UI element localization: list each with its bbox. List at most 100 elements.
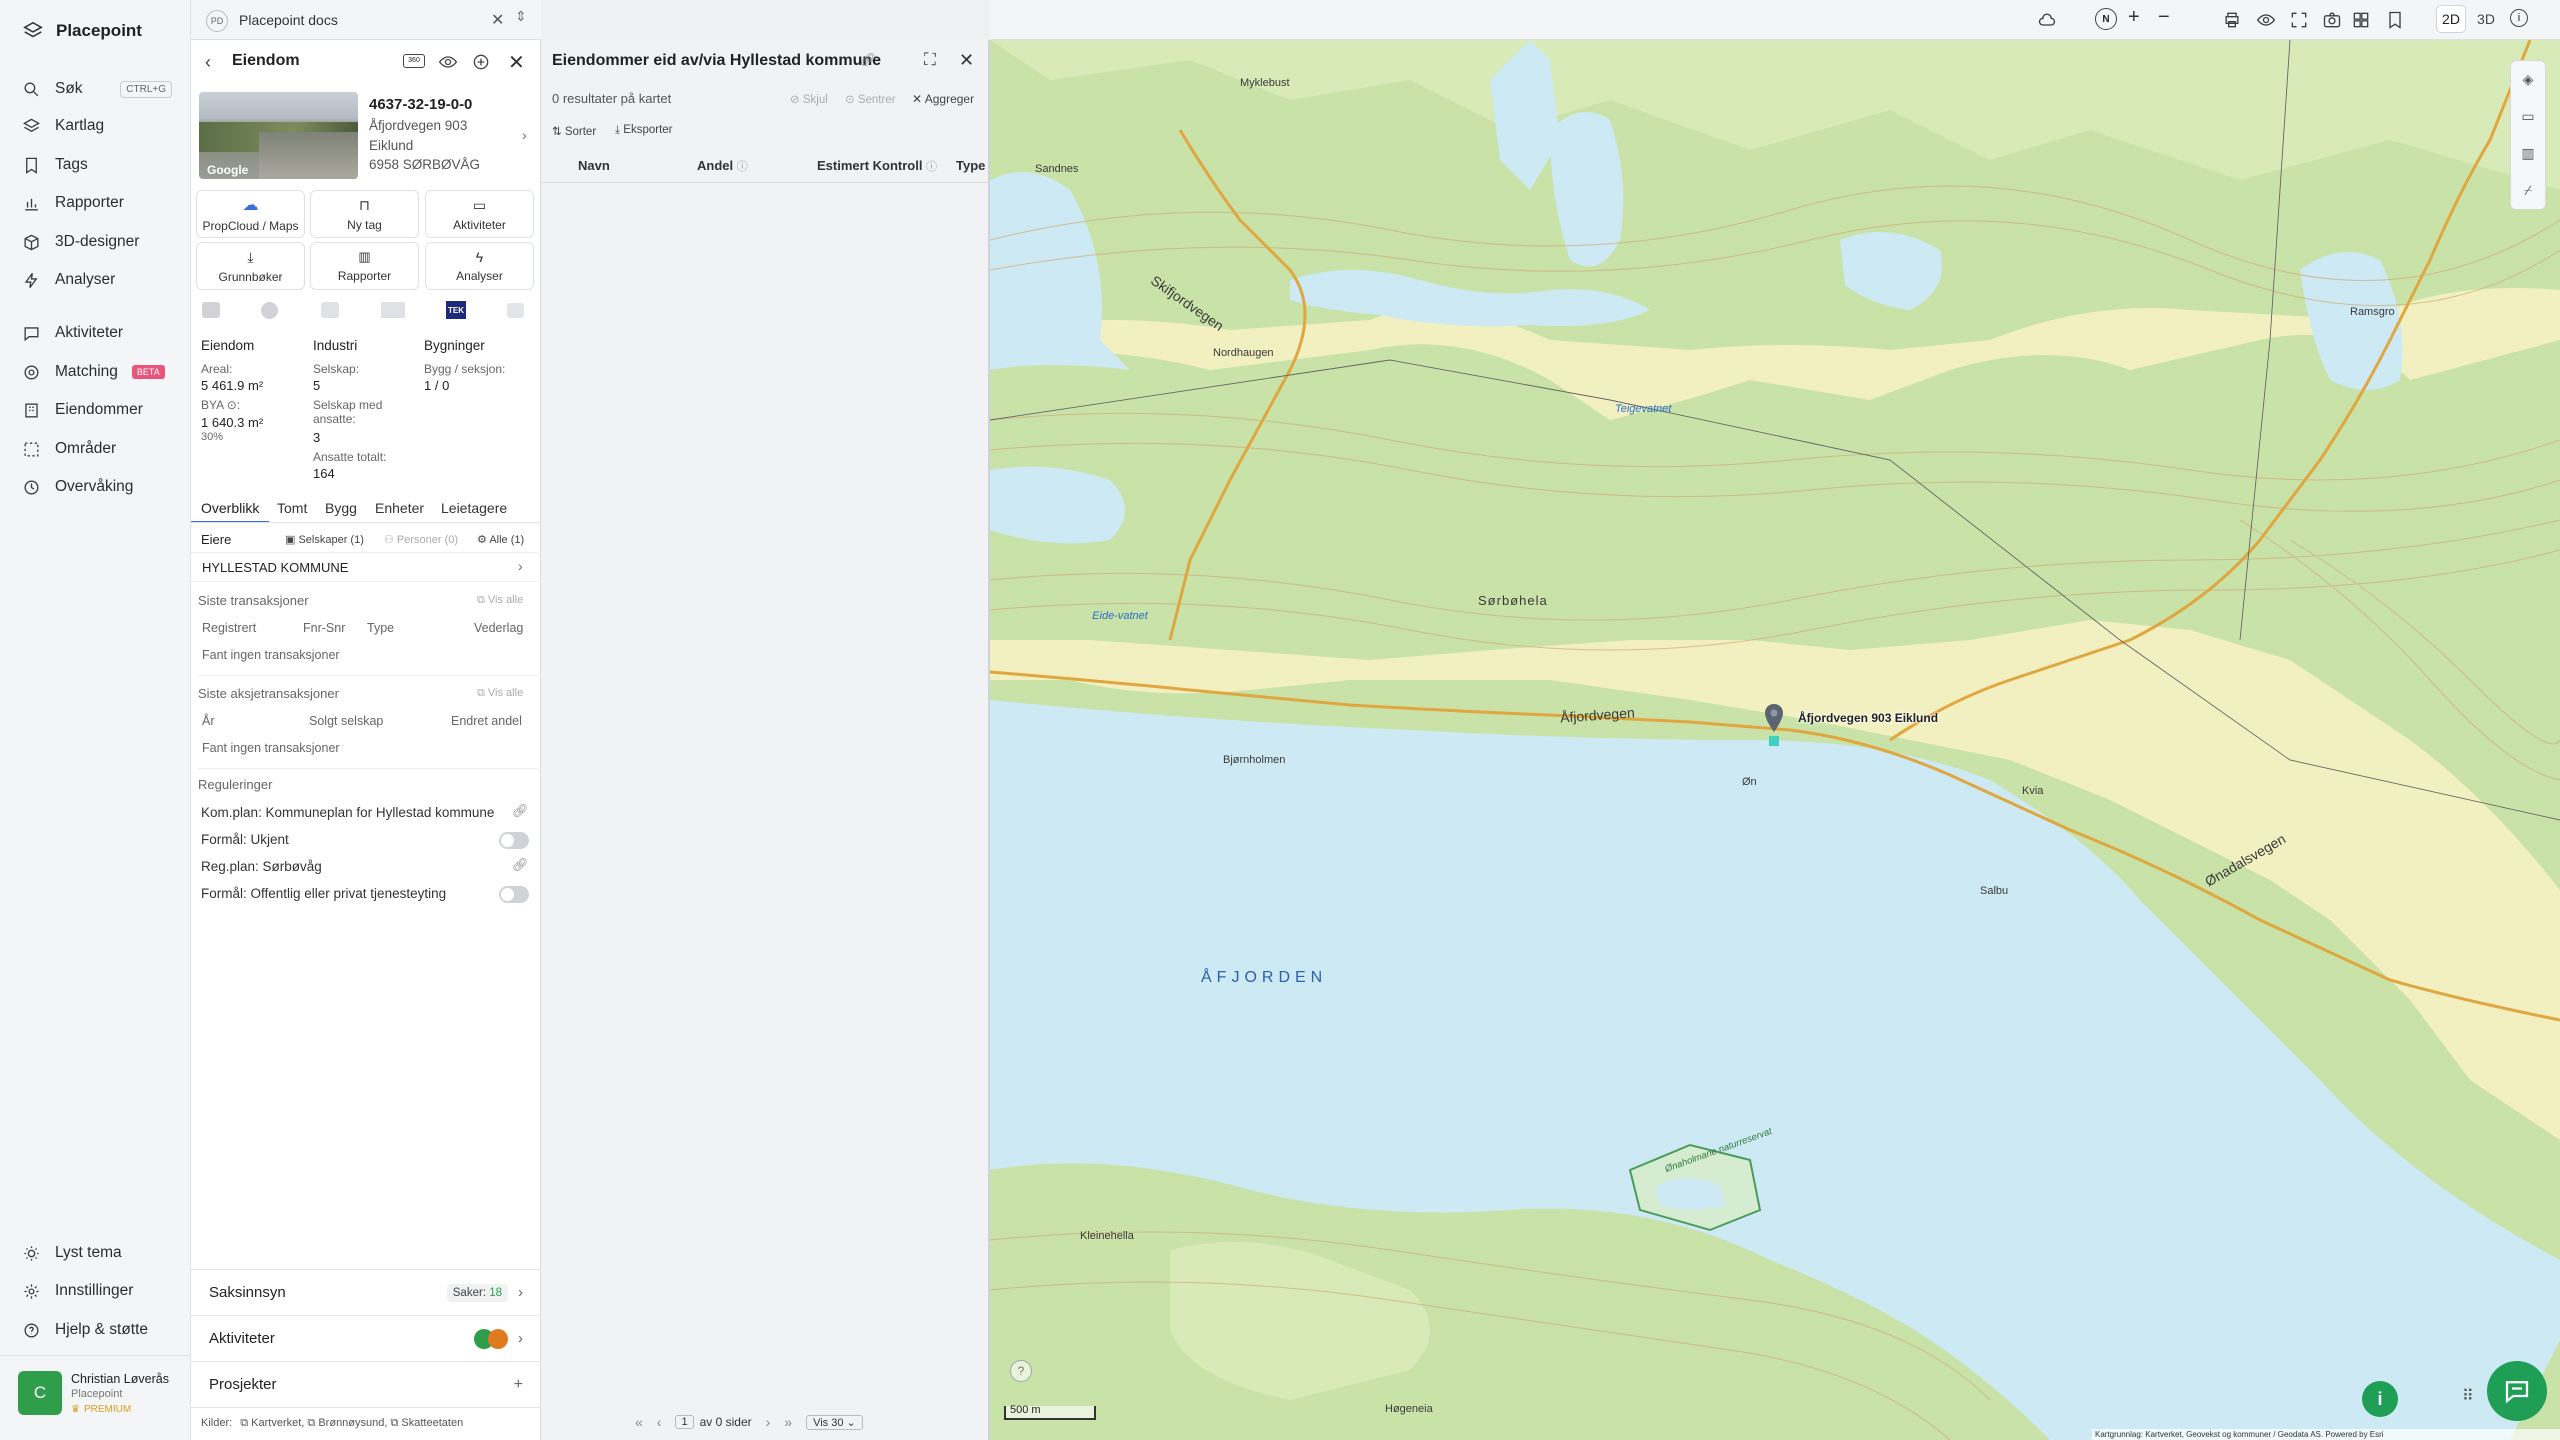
close-icon[interactable]: ✕: [508, 50, 525, 75]
close-icon[interactable]: ✕: [959, 50, 974, 71]
view-all-transactions[interactable]: ⧉ Vis alle: [477, 594, 523, 607]
mode-3d-button[interactable]: 3D: [2471, 5, 2501, 33]
nav-monitoring[interactable]: Overvåking: [22, 470, 133, 504]
nav-map-layers[interactable]: Kartlag: [22, 109, 104, 143]
source-bronnoysund[interactable]: ⧉ Brønnøysund,: [307, 1417, 387, 1429]
drag-handle-icon[interactable]: ⠿: [2462, 1386, 2474, 1406]
mode-2d-button[interactable]: 2D: [2436, 5, 2466, 33]
nav-help[interactable]: Hjelp & støtte: [22, 1313, 148, 1347]
nav-activities[interactable]: Aktiviteter: [22, 316, 123, 350]
chevron-updown-icon[interactable]: ⇕: [515, 8, 527, 25]
activities-button[interactable]: ▭ Aktiviteter: [425, 190, 534, 238]
buildings-icon[interactable]: [381, 302, 405, 318]
propcloud-button[interactable]: ☁ PropCloud / Maps: [196, 190, 305, 238]
tab-units[interactable]: Enheter: [375, 500, 424, 516]
nav-properties[interactable]: Eiendommer: [22, 393, 143, 427]
nav-theme[interactable]: Lyst tema: [22, 1236, 122, 1270]
tab-overview[interactable]: Overblikk: [201, 500, 259, 516]
next-page-icon[interactable]: ›: [766, 1414, 771, 1430]
center-button[interactable]: ⊙ Sentrer: [845, 92, 896, 106]
tab-tenants[interactable]: Leietagere: [441, 500, 507, 516]
projects-section[interactable]: Prosjekter +: [191, 1361, 541, 1407]
source-kartverket[interactable]: ⧉ Kartverket,: [240, 1417, 304, 1429]
page-size-select[interactable]: Vis 30 ⌄: [806, 1414, 863, 1430]
eye-icon[interactable]: [2256, 10, 2276, 30]
nav-tags[interactable]: Tags: [22, 148, 88, 182]
zoom-in-icon[interactable]: +: [2128, 6, 2140, 29]
aggregate-button[interactable]: ✕ Aggreger: [912, 92, 974, 106]
nav-search[interactable]: Søk CTRL+G: [22, 72, 172, 106]
register-icon[interactable]: [202, 302, 220, 318]
back-icon[interactable]: ‹: [205, 52, 211, 73]
fullscreen-icon[interactable]: [2289, 10, 2309, 30]
nav-matching[interactable]: Matching BETA: [22, 355, 165, 389]
col-estimated-control[interactable]: Estimert Kontroll ⓘ: [817, 158, 937, 174]
export-button[interactable]: ⤓ Eksporter: [615, 124, 673, 137]
user-avatar[interactable]: C: [18, 1371, 62, 1415]
map-canvas[interactable]: ÅFJORDEN Åfjordvegen Ønadalsvegen Skifjo…: [990, 40, 2560, 1440]
measure-icon[interactable]: ▥: [2511, 135, 2545, 172]
col-share[interactable]: Andel ⓘ: [697, 158, 748, 174]
owners-all-filter[interactable]: ⚙ Alle (1): [477, 533, 524, 546]
owners-persons-filter[interactable]: ⚇ Personer (0): [384, 533, 458, 546]
eye-icon[interactable]: [438, 52, 458, 75]
add-circle-icon[interactable]: [471, 52, 491, 75]
plus-icon[interactable]: +: [514, 1376, 523, 1394]
bookmark-icon[interactable]: [2385, 10, 2405, 30]
reports-button[interactable]: ▥ Rapporter: [310, 242, 419, 290]
kommuneplan-link[interactable]: Kom.plan: Kommuneplan for Hyllestad komm…: [201, 805, 494, 820]
chevron-right-icon[interactable]: ›: [522, 127, 527, 143]
formal-2-toggle[interactable]: [499, 886, 529, 903]
sort-button[interactable]: ⇅ Sorter: [552, 124, 596, 138]
grunnboker-button[interactable]: ⤓ Grunnbøker: [196, 242, 305, 290]
info-button[interactable]: i: [2362, 1381, 2398, 1417]
owners-companies-filter[interactable]: ▣ Selskaper (1): [285, 533, 364, 546]
link-icon[interactable]: 🔗︎: [512, 857, 529, 873]
new-tag-button[interactable]: ⊓ Ny tag: [310, 190, 419, 238]
hide-button[interactable]: ⊘ Skjul: [790, 92, 828, 106]
tab-buildings[interactable]: Bygg: [325, 500, 357, 516]
page-input[interactable]: 1: [675, 1415, 694, 1429]
tek-icon[interactable]: TEK: [446, 301, 466, 319]
formal-1-toggle[interactable]: [499, 832, 529, 849]
factory-icon[interactable]: [321, 302, 339, 318]
grid-icon[interactable]: [2351, 10, 2371, 30]
view-all-share-tx[interactable]: ⧉ Vis alle: [477, 687, 523, 700]
property-marker[interactable]: [1763, 703, 1785, 733]
street-view-image[interactable]: Google: [199, 92, 358, 179]
workspace-name[interactable]: Placepoint docs: [239, 12, 338, 28]
camera-icon[interactable]: [2322, 10, 2342, 30]
print-icon[interactable]: [2222, 10, 2242, 30]
col-name[interactable]: Navn: [578, 158, 610, 173]
tab-plot[interactable]: Tomt: [277, 500, 307, 516]
app-logo[interactable]: Placepoint: [22, 20, 142, 42]
expand-icon[interactable]: ⛶: [924, 50, 936, 70]
help-icon[interactable]: ?: [1010, 1360, 1032, 1382]
cloud-layers-icon[interactable]: [2037, 10, 2057, 30]
nav-3d-designer[interactable]: 3D-designer: [22, 225, 139, 259]
nav-reports[interactable]: Rapporter: [22, 186, 124, 220]
activities-section[interactable]: Aktiviteter ›: [191, 1315, 541, 1361]
360-icon[interactable]: 360: [403, 54, 425, 68]
info-icon[interactable]: i: [2510, 9, 2528, 27]
col-type[interactable]: Type: [956, 158, 985, 173]
analyses-button[interactable]: ϟ Analyser: [425, 242, 534, 290]
house-icon[interactable]: [507, 303, 524, 318]
case-section[interactable]: Saksinnsyn Saker: 18 ›: [191, 1269, 541, 1315]
draw-icon[interactable]: ▭: [2511, 98, 2545, 135]
source-skatteetaten[interactable]: ⧉ Skatteetaten: [391, 1417, 464, 1429]
chat-button[interactable]: [2487, 1361, 2547, 1421]
globe-icon[interactable]: [261, 302, 278, 319]
regplan-link[interactable]: Reg.plan: Sørbøvåg: [201, 859, 322, 874]
close-icon[interactable]: ✕: [491, 10, 504, 30]
link-icon[interactable]: 🔗︎: [860, 52, 877, 68]
compass-icon[interactable]: N: [2095, 8, 2117, 30]
nav-settings[interactable]: Innstillinger: [22, 1274, 133, 1308]
zoom-out-icon[interactable]: −: [2158, 6, 2170, 29]
link-icon[interactable]: 🔗︎: [512, 803, 529, 819]
prev-page-icon[interactable]: ‹: [657, 1414, 662, 1430]
last-page-icon[interactable]: »: [784, 1414, 792, 1430]
profile-icon[interactable]: ⌿: [2511, 172, 2545, 209]
first-page-icon[interactable]: «: [635, 1414, 643, 1430]
layers-icon[interactable]: ◈: [2511, 61, 2545, 98]
